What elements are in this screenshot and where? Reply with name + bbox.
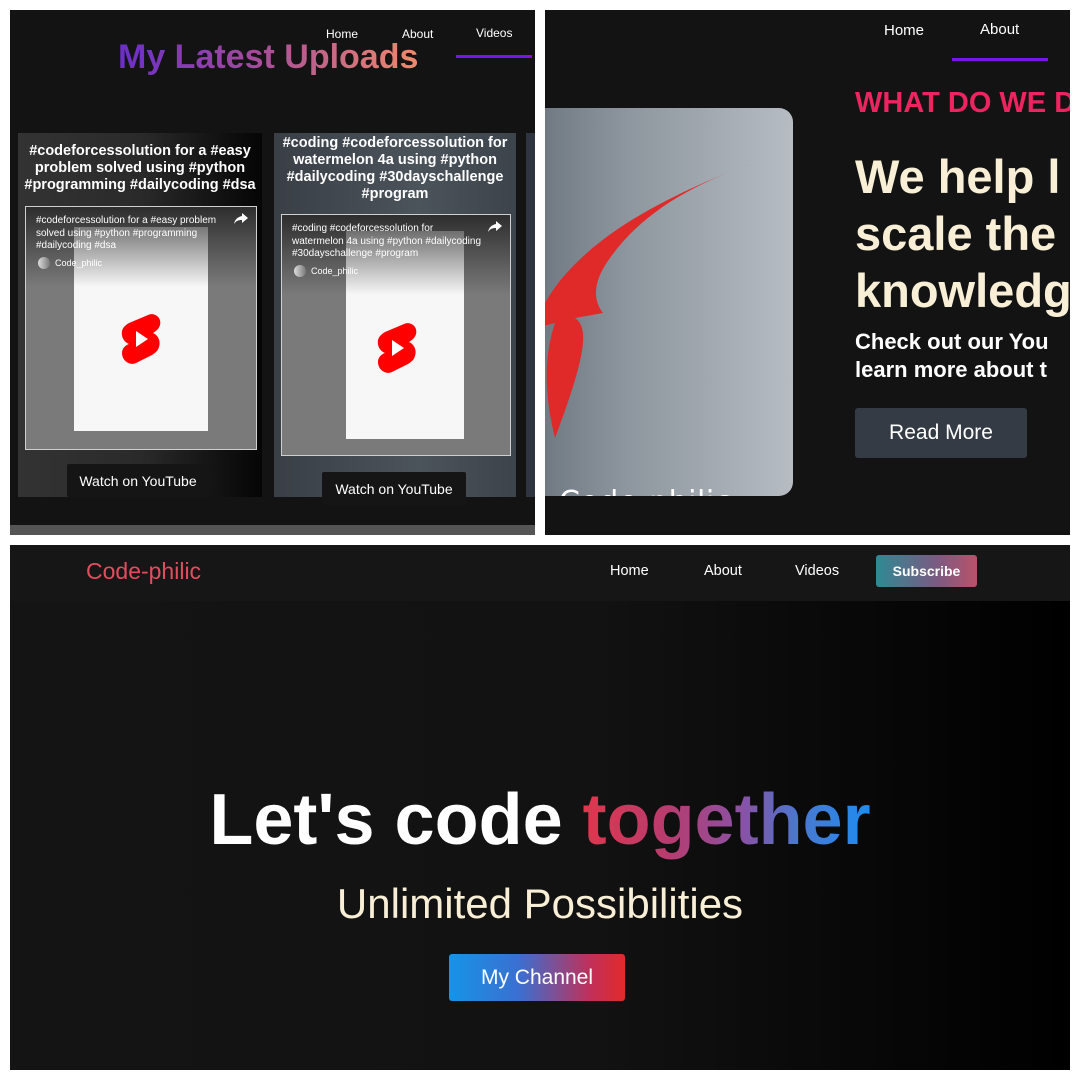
about-panel: Home About Code-philic WHAT DO WE D We h… — [545, 10, 1070, 535]
nav-active-underline — [456, 55, 532, 58]
subscribe-button[interactable]: Subscribe — [876, 555, 977, 587]
video-card-title: #coding #codeforcessolution for watermel… — [282, 135, 508, 202]
brand-logo[interactable]: Code-philic — [86, 558, 201, 585]
video-embed[interactable]: #codeforcessolution for a #easy problem … — [25, 206, 257, 450]
my-channel-button[interactable]: My Channel — [449, 954, 625, 1001]
read-more-button[interactable]: Read More — [855, 408, 1027, 458]
youtube-shorts-icon[interactable] — [120, 313, 162, 365]
video-card-partial — [526, 133, 535, 497]
hero-headline: Let's code together — [10, 779, 1070, 861]
avatar — [38, 257, 50, 269]
nav-active-underline — [952, 58, 1048, 61]
horizontal-scrollbar[interactable] — [10, 525, 535, 535]
watch-on-youtube-button[interactable]: Watch on YouTube — [67, 464, 209, 497]
section-eyebrow: WHAT DO WE D — [855, 87, 1070, 119]
share-icon[interactable] — [488, 221, 502, 236]
video-caption: #codeforcessolution for a #easy problem … — [36, 215, 217, 251]
watch-on-youtube-button[interactable]: Watch on YouTube — [322, 472, 466, 505]
video-card: #coding #codeforcessolution for watermel… — [274, 133, 516, 505]
video-caption: #coding #codeforcessolution for watermel… — [292, 223, 482, 259]
channel-info[interactable]: Code_philic — [294, 265, 358, 277]
videos-panel: Home About Videos My Latest Uploads #cod… — [10, 10, 535, 535]
nav-about-link[interactable]: About — [980, 21, 1019, 38]
hero-subheadline: Unlimited Possibilities — [336, 880, 744, 927]
nav-about-link[interactable]: About — [704, 563, 742, 579]
main-navbar: Code-philic Home About Videos Subscribe — [10, 545, 1070, 601]
nav-videos-link[interactable]: Videos — [795, 563, 839, 579]
section-title: My Latest Uploads — [118, 38, 419, 76]
hero-headline-main: Let's code — [209, 780, 583, 860]
channel-name: Code_philic — [311, 266, 359, 276]
hero-panel: Code-philic Home About Videos Subscribe … — [10, 545, 1070, 1070]
channel-name: Code_philic — [55, 258, 103, 268]
section-body: Check out our You learn more about t — [855, 329, 1049, 382]
avatar — [294, 265, 306, 277]
logo-wordmark: Code-philic — [559, 485, 732, 496]
youtube-shorts-icon[interactable] — [376, 322, 418, 374]
video-embed[interactable]: #coding #codeforcessolution for watermel… — [281, 214, 511, 456]
share-icon[interactable] — [234, 213, 248, 228]
code-philic-logo — [545, 108, 793, 496]
section-headline: We help l scale the knowledg — [855, 150, 1070, 317]
logo-card: Code-philic — [545, 108, 793, 496]
hero-headline-accent: together — [582, 780, 871, 860]
nav-home-link[interactable]: Home — [884, 22, 924, 39]
video-card-title: #codeforcessolution for a #easy problem … — [24, 143, 256, 193]
nav-home-link[interactable]: Home — [610, 563, 649, 579]
video-card: #codeforcessolution for a #easy problem … — [18, 133, 262, 497]
channel-info[interactable]: Code_philic — [38, 257, 102, 269]
nav-videos-link[interactable]: Videos — [476, 26, 512, 40]
